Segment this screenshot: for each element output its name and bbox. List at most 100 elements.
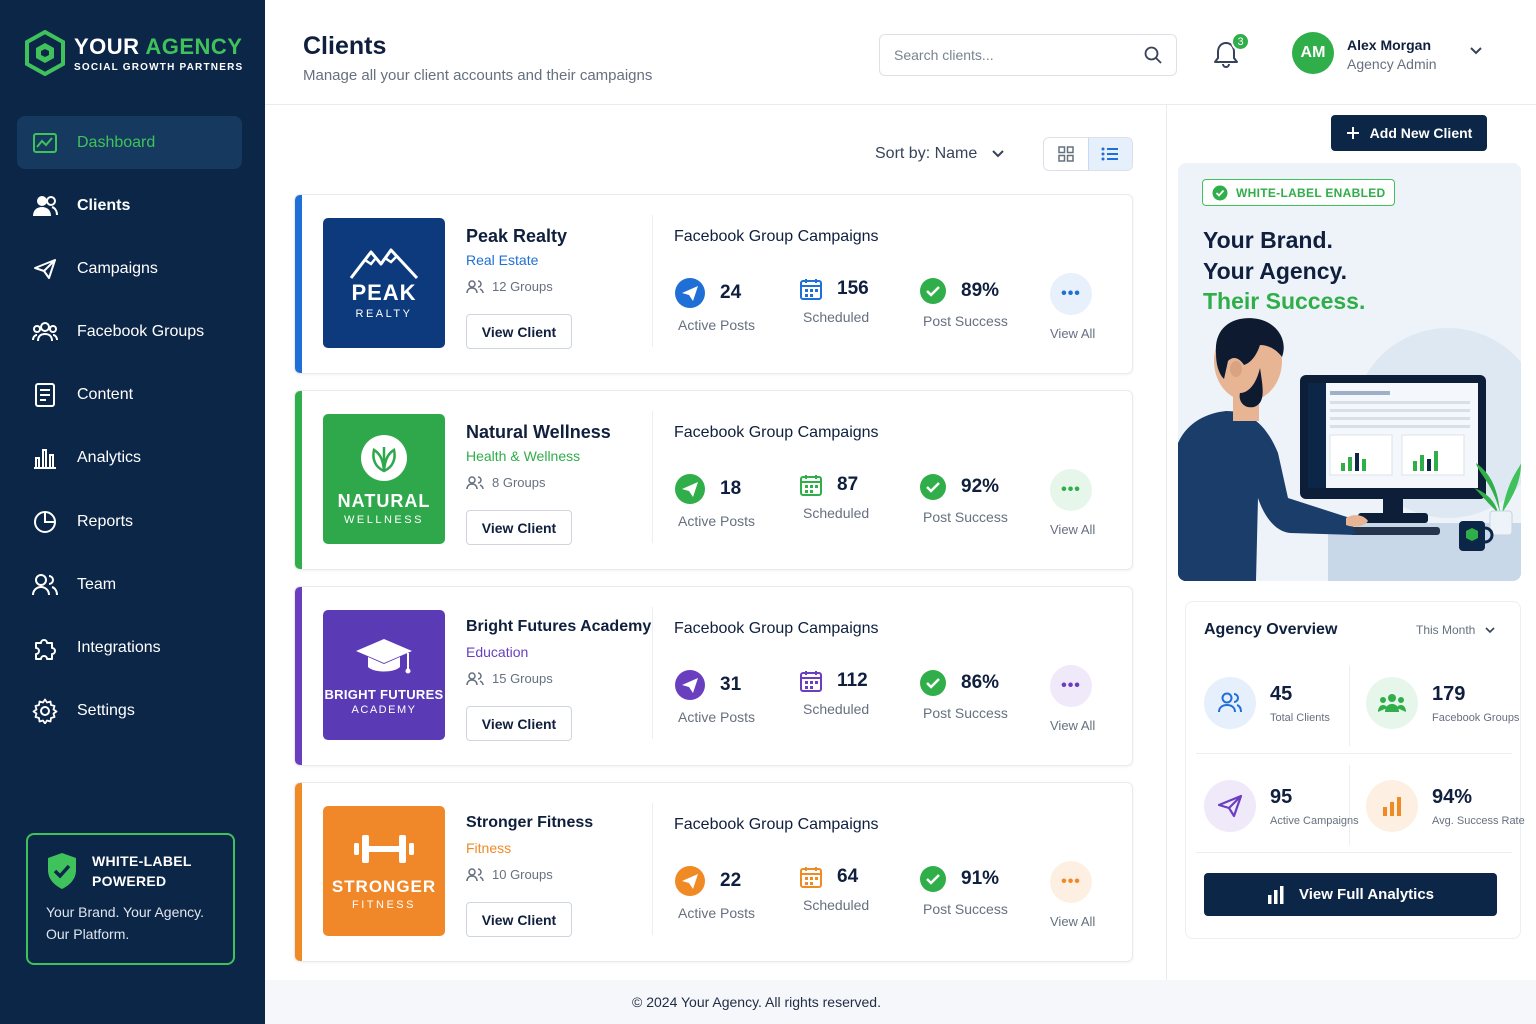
users-icon	[466, 671, 484, 685]
sidebar-item-campaigns[interactable]: Campaigns	[17, 242, 242, 295]
success-label: Post Success	[923, 313, 1008, 329]
paper-plane-icon	[675, 866, 705, 896]
view-client-button[interactable]: View Client	[466, 706, 572, 741]
sidebar-item-label: Dashboard	[77, 133, 156, 151]
add-new-client-button[interactable]: Add New Client	[1331, 115, 1487, 151]
view-all-link[interactable]: View All	[1050, 718, 1095, 733]
view-client-button[interactable]: View Client	[466, 510, 572, 545]
client-groups: 8 Groups	[466, 475, 545, 490]
success-value: 89%	[961, 280, 1000, 301]
sort-dropdown[interactable]: Sort by: Name	[875, 145, 1005, 163]
view-all-link[interactable]: View All	[1050, 326, 1095, 341]
stat-post-success: 89% Post Success	[919, 277, 1008, 329]
white-label-panel: WHITE-LABEL POWERED Your Brand. Your Agen…	[26, 833, 235, 965]
list-view-button[interactable]	[1087, 138, 1132, 170]
chevron-down-icon[interactable]	[1469, 46, 1483, 56]
tile-subtitle: ACADEMY	[351, 703, 417, 716]
brand-name: YOUR AGENCY	[74, 33, 243, 59]
view-client-button[interactable]: View Client	[466, 902, 572, 937]
white-label-line-1: Your Brand. Your Agency.	[46, 904, 205, 920]
stat-post-success: 92% Post Success	[919, 473, 1008, 525]
grid-view-button[interactable]	[1044, 138, 1088, 170]
chevron-down-icon	[1485, 626, 1495, 633]
avatar[interactable]: AM	[1292, 32, 1334, 74]
divider	[1349, 666, 1350, 746]
brand-logo[interactable]: YOUR AGENCY SOCIAL GROWTH PARTNERS	[24, 30, 243, 76]
clients-main: Sort by: Name PEAK REALTY Peak Realty Re…	[265, 105, 1166, 980]
campaigns-title: Facebook Group Campaigns	[674, 620, 879, 637]
sidebar-item-team[interactable]: Team	[17, 558, 242, 611]
card-accent-bar	[295, 783, 302, 961]
card-accent-bar	[295, 391, 302, 569]
success-value: 91%	[961, 868, 1000, 889]
view-all-link[interactable]: View All	[1050, 522, 1095, 537]
stat-post-success: 86% Post Success	[919, 669, 1008, 721]
grid-icon	[1058, 146, 1074, 162]
sidebar-item-clients[interactable]: Clients	[17, 179, 242, 232]
more-options-button[interactable]: •••	[1050, 861, 1092, 903]
view-toggle	[1043, 137, 1133, 171]
sidebar-item-facebook-groups[interactable]: Facebook Groups	[17, 306, 242, 359]
active-campaigns-label: Active Campaigns	[1270, 814, 1359, 827]
sidebar-item-label: Settings	[77, 702, 135, 720]
active-posts-label: Active Posts	[678, 709, 756, 725]
sidebar-item-label: Team	[77, 575, 117, 593]
tile-title: PEAK	[351, 280, 417, 305]
sidebar-item-reports[interactable]: Reports	[17, 495, 242, 548]
sidebar-item-label: Integrations	[77, 639, 161, 656]
client-name: Stronger Fitness	[466, 814, 594, 831]
client-groups: 15 Groups	[466, 671, 553, 686]
client-groups: 12 Groups	[466, 279, 553, 294]
person-at-computer-illustration	[1178, 318, 1521, 581]
client-card-natural-wellness: NATURAL WELLNESS Natural Wellness Health…	[294, 390, 1133, 570]
more-options-button[interactable]: •••	[1050, 469, 1092, 511]
groups-icon	[1366, 677, 1418, 729]
client-card-stronger-fitness: STRONGER FITNESS Stronger Fitness Fitnes…	[294, 782, 1133, 962]
stat-active-posts: 31 Active Posts	[674, 669, 755, 725]
top-header: Clients Manage all your client accounts …	[265, 0, 1536, 105]
campaigns-title: Facebook Group Campaigns	[674, 424, 879, 441]
list-icon	[1101, 147, 1119, 161]
client-name: Natural Wellness	[466, 422, 611, 442]
stat-facebook-groups: 179 Facebook Groups	[1366, 677, 1519, 729]
client-name: Peak Realty	[466, 226, 568, 246]
sidebar-item-analytics[interactable]: Analytics	[17, 432, 242, 485]
more-options-button[interactable]: •••	[1050, 273, 1092, 315]
check-circle-icon	[920, 474, 946, 500]
active-campaigns-value: 95	[1270, 785, 1293, 808]
calendar-icon	[800, 671, 822, 692]
user-role: Agency Admin	[1347, 56, 1437, 72]
sidebar-item-settings[interactable]: Settings	[17, 685, 242, 738]
calendar-icon	[800, 279, 822, 300]
dashboard-icon	[31, 129, 59, 157]
view-all-link[interactable]: View All	[1050, 914, 1095, 929]
period-dropdown[interactable]: This Month	[1416, 623, 1495, 637]
search-input[interactable]: Search clients...	[879, 34, 1177, 76]
white-label-badge: WHITE-LABEL ENABLED	[1202, 179, 1396, 206]
more-options-button[interactable]: •••	[1050, 665, 1092, 707]
users-icon	[466, 867, 484, 881]
hexagon-logo-icon	[25, 30, 65, 76]
mountain-icon	[349, 248, 419, 280]
facebook-groups-value: 179	[1432, 682, 1466, 705]
scheduled-value: 87	[837, 474, 859, 495]
sidebar-item-dashboard[interactable]: Dashboard	[17, 116, 242, 169]
stat-active-campaigns: 95 Active Campaigns	[1204, 780, 1359, 832]
view-client-button[interactable]: View Client	[466, 314, 572, 349]
stat-scheduled: 87 Scheduled	[799, 473, 869, 521]
stat-success-rate: 94% Avg. Success Rate	[1366, 780, 1525, 832]
leaf-icon	[361, 434, 407, 481]
sidebar-item-integrations[interactable]: Integrations	[17, 622, 242, 675]
client-groups: 10 Groups	[466, 867, 553, 882]
search-placeholder: Search clients...	[894, 47, 994, 63]
tile-subtitle: REALTY	[355, 308, 413, 320]
view-full-analytics-button[interactable]: View Full Analytics	[1204, 873, 1497, 916]
sidebar-item-content[interactable]: Content	[17, 369, 242, 422]
divider	[652, 607, 653, 739]
shield-check-icon	[48, 853, 76, 889]
notifications-button[interactable]: 3	[1213, 32, 1250, 70]
team-icon	[31, 571, 59, 599]
bar-chart-icon	[1267, 885, 1284, 904]
promo-headline: Your Brand. Your Agency. Their Success.	[1203, 227, 1366, 314]
puzzle-icon	[31, 634, 59, 662]
